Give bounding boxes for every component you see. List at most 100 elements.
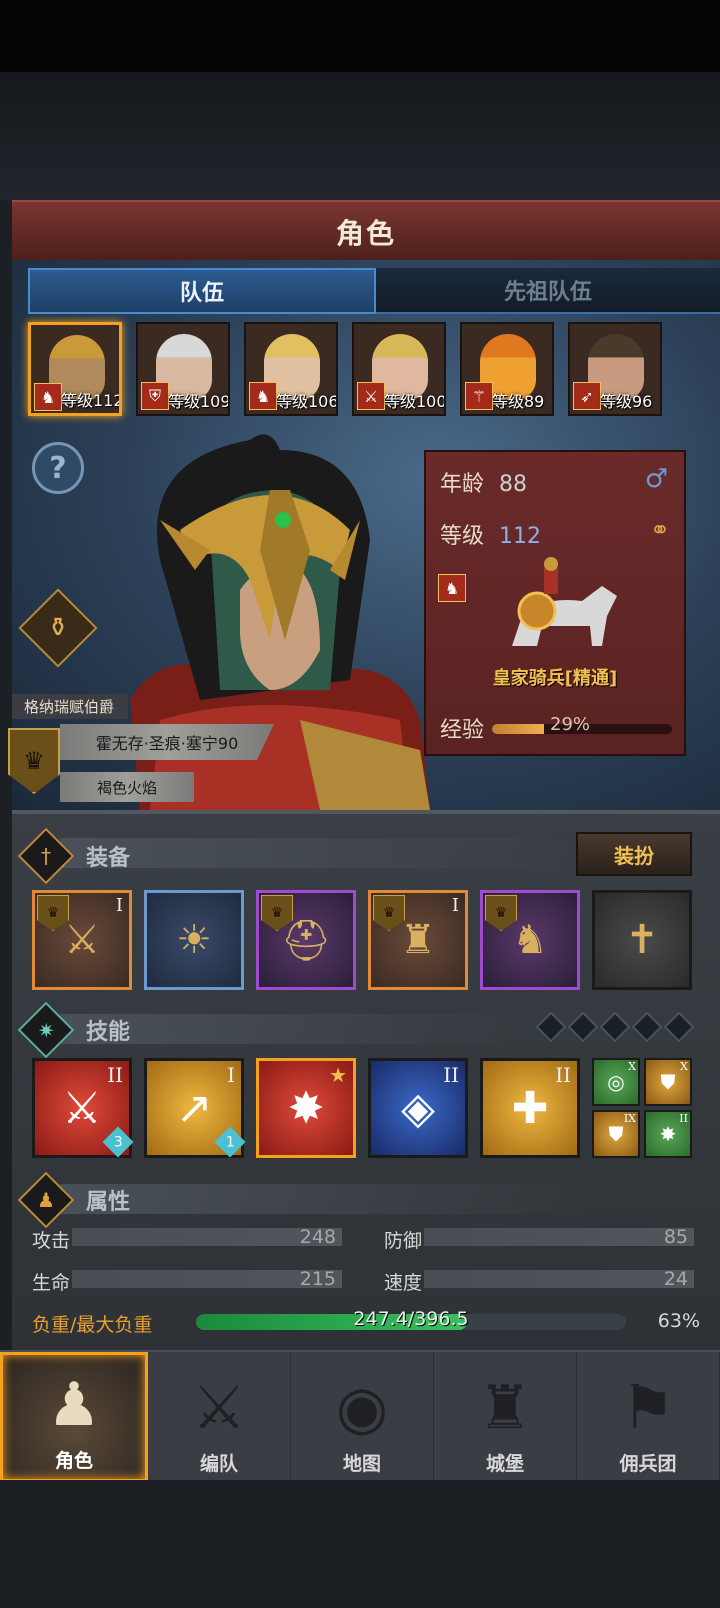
attributes-title: 属性 (86, 1190, 131, 1215)
rosary-slot[interactable]: ✝ (592, 890, 692, 990)
level-row: 等级 112 (440, 518, 541, 550)
attack-value: 248 (299, 1226, 336, 1248)
bottom-area (0, 1480, 720, 1608)
skill-level: 3 (102, 1126, 134, 1158)
skill-icon: ✸ (287, 1082, 325, 1134)
skill-2[interactable]: ↗ I 1 (144, 1058, 246, 1158)
equipment-header-bar (60, 838, 580, 868)
nav-map[interactable]: ◉ 地图 (291, 1352, 434, 1482)
hero-info-card: 年龄 88 ♂ 等级 112 ⚭ ♞ 皇家骑兵[精通] 经验 29% (424, 450, 686, 756)
horse-icon: ♞ (249, 382, 277, 410)
page-title: 角色 (335, 217, 396, 250)
load-value: 247.4/396.5 (353, 1308, 469, 1330)
skill-icon: ✚ (511, 1082, 549, 1134)
passive-tier: X (680, 1060, 688, 1073)
passive-tier: II (679, 1112, 688, 1125)
shield-slot[interactable]: ☀ (144, 890, 244, 990)
equipment-header: † 装备 (17, 827, 131, 885)
sword-icon: ⚔ (357, 382, 385, 410)
skill-icon: ↗ (175, 1082, 213, 1134)
passive-skill[interactable]: ⛊ X (644, 1058, 692, 1106)
skill-pip (567, 1011, 599, 1043)
nav-character[interactable]: ♟ 角色 (0, 1352, 148, 1482)
skill-5[interactable]: ✚ II (480, 1058, 580, 1158)
tab-ancestor-team[interactable]: 先祖队伍 (376, 268, 720, 314)
level-value: 112 (499, 524, 542, 549)
nav-castle-icon: ♜ (478, 1373, 532, 1443)
bow-icon: ➶ (573, 382, 601, 410)
help-button[interactable]: ? (32, 442, 84, 494)
age-label: 年龄 (440, 472, 485, 497)
male-icon: ♂ (644, 464, 668, 494)
boots-slot[interactable]: ♞ ♛ (480, 890, 580, 990)
hero-card[interactable]: ♞ 等级106 (244, 322, 338, 416)
passive-skill-icon: ◎ (607, 1070, 625, 1094)
nav-formation[interactable]: ⚔ 编队 (148, 1352, 291, 1482)
passive-skill[interactable]: ⛊ IX (592, 1110, 640, 1158)
dagger-icon: † (17, 827, 75, 885)
exp-bar-fill (492, 724, 545, 734)
nav-character-label: 角色 (54, 1450, 93, 1472)
faction-label: 格纳瑞赋伯爵 (12, 694, 129, 719)
nav-mercenary[interactable]: ⚑ 佣兵团 (577, 1352, 720, 1482)
helmet-slot[interactable]: ⛑ ♛ (256, 890, 356, 990)
skill-tier: II (555, 1063, 571, 1087)
bottom-nav: ♟ 角色 ⚔ 编队 ◉ 地图 ♜ 城堡 ⚑ 佣兵团 (0, 1350, 720, 1482)
nav-map-label: 地图 (342, 1453, 381, 1475)
shield-icon: ⛨ (141, 382, 169, 410)
level-label: 等级 (440, 524, 485, 549)
exp-label: 经验 (440, 718, 485, 743)
exp-percent: 29% (550, 714, 591, 735)
skill-3[interactable]: ✸ ★ (256, 1058, 356, 1158)
passive-skill[interactable]: ◎ X (592, 1058, 640, 1106)
nav-castle[interactable]: ♜ 城堡 (434, 1352, 577, 1482)
chest-slot[interactable]: ♜ ♛ I (368, 890, 468, 990)
load-label: 负重/最大负重 (32, 1314, 153, 1336)
hero-card[interactable]: ➶ 等级96 (568, 322, 662, 416)
armor-slot[interactable]: ⚔ ♛ I (32, 890, 132, 990)
age-row: 年龄 88 (440, 466, 527, 498)
skill-tier: II (107, 1063, 123, 1087)
passive-skill-icon: ⛊ (660, 1070, 676, 1094)
staff-icon: ⚚ (465, 382, 493, 410)
nav-character-icon: ♟ (47, 1370, 101, 1440)
dress-up-button[interactable]: 装扮 (576, 832, 692, 876)
hero-roster: ♞ 等级112 ⛨ 等级109 ♞ 等级106 ⚔ 等级100 ⚚ 等级89 ➶ 等级96 (28, 322, 662, 416)
skill-1[interactable]: ⚔ II 3 (32, 1058, 134, 1158)
tab-team[interactable]: 队伍 (28, 268, 376, 314)
skills-header-bar (60, 1014, 530, 1044)
horse-icon: ♞ (34, 383, 62, 411)
skill-point-pips (535, 1011, 695, 1043)
hero-card[interactable]: ⚚ 等级89 (460, 322, 554, 416)
health-label: 生命 (32, 1272, 71, 1294)
nav-mercenary-icon: ⚑ (621, 1373, 675, 1443)
passive-tier: X (628, 1060, 636, 1073)
tier-label: I (451, 895, 459, 916)
skills-header: ✷ 技能 (17, 1001, 130, 1059)
equipment-title: 装备 (86, 846, 131, 871)
unit-class-icon: ♞ (438, 574, 466, 602)
boots-icon: ♞ (512, 917, 548, 963)
defense-label: 防御 (384, 1230, 423, 1252)
unit-name: 皇家骑兵[精通] (492, 668, 618, 689)
hero-card[interactable]: ⛨ 等级109 (136, 322, 230, 416)
ring-icon[interactable]: ⚭ (650, 516, 670, 544)
skill-pip (535, 1011, 567, 1043)
sun-shield-icon: ☀ (176, 917, 212, 963)
skill-4[interactable]: ◈ II (368, 1058, 468, 1158)
passive-skill-grid: ◎ X ⛊ X ⛊ IX ✸ II (592, 1058, 692, 1158)
skill-pip (631, 1011, 663, 1043)
status-bar (0, 0, 720, 72)
skill-level-value: 1 (225, 1133, 235, 1150)
hero-card[interactable]: ⚔ 等级100 (352, 322, 446, 416)
helmet-icon: ⛑ (280, 917, 332, 964)
passive-skill[interactable]: ✸ II (644, 1110, 692, 1158)
star-burst-icon: ✷ (17, 1001, 75, 1059)
skill-tier: ★ (329, 1063, 347, 1087)
hero-card[interactable]: ♞ 等级112 (28, 322, 122, 416)
nav-map-icon: ◉ (335, 1373, 389, 1443)
health-value: 215 (299, 1268, 336, 1290)
skill-tier: I (227, 1063, 235, 1087)
hero-level: 等级96 (600, 392, 653, 411)
rosary-icon: ✝ (625, 917, 659, 963)
